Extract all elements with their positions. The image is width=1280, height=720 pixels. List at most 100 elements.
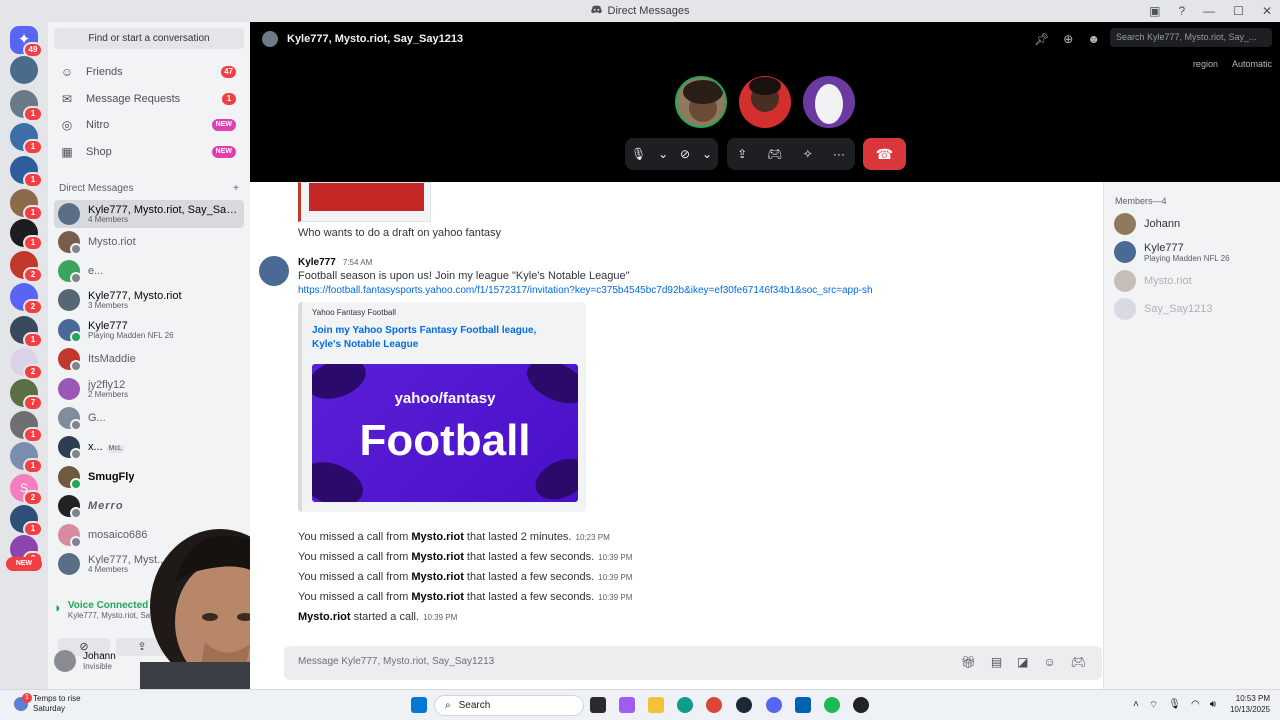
dm-item[interactable]: G... bbox=[54, 404, 244, 432]
file-explorer-icon[interactable] bbox=[648, 697, 664, 713]
participant-avatar[interactable] bbox=[675, 76, 727, 128]
create-dm-button[interactable]: + bbox=[233, 183, 239, 194]
minimize-button[interactable]: — bbox=[1203, 4, 1215, 18]
apps-icon[interactable]: 🎮︎ bbox=[1071, 655, 1086, 669]
discord-icon[interactable] bbox=[766, 697, 782, 713]
start-icon[interactable] bbox=[411, 697, 427, 713]
dm-item[interactable]: Kyle777, Mysto.riot, Say_Say1... 4 Member… bbox=[54, 200, 244, 228]
add-friends-icon[interactable]: ⊕ bbox=[1063, 32, 1073, 46]
chevron-down-icon[interactable]: ⌄ bbox=[702, 147, 712, 161]
avatar bbox=[58, 348, 82, 372]
message-header: Kyle777 7:54 AM bbox=[298, 256, 372, 268]
soundboard-icon[interactable]: ✧ bbox=[803, 147, 813, 161]
home-button[interactable]: ✦ 49 bbox=[10, 26, 43, 58]
screen-share-icon[interactable]: ⇪ bbox=[737, 147, 747, 161]
region-selector[interactable]: region Automatic bbox=[1193, 59, 1272, 69]
message-input[interactable]: Message Kyle777, Mysto.riot, Say_Say1213 bbox=[298, 656, 494, 667]
microphone-icon[interactable]: 🎙︎ bbox=[631, 147, 646, 161]
participant-avatar[interactable] bbox=[739, 76, 791, 128]
server-icon[interactable]: 1 bbox=[10, 316, 43, 348]
steam-icon[interactable] bbox=[736, 697, 752, 713]
message-link[interactable]: https://football.fantasysports.yahoo.com… bbox=[298, 285, 873, 296]
new-servers-pill[interactable]: NEW bbox=[6, 557, 42, 571]
nav-shop[interactable]: ▦ Shop NEW bbox=[54, 140, 244, 164]
member-item[interactable]: Johann bbox=[1114, 213, 1180, 235]
server-icon[interactable]: 1 bbox=[10, 123, 43, 155]
server-icon[interactable]: 2 bbox=[10, 251, 43, 283]
server-icon[interactable]: 7 bbox=[10, 379, 43, 411]
system-message: You missed a call from Mysto.riot that l… bbox=[298, 531, 610, 543]
emoji-icon[interactable]: ☺ bbox=[1044, 655, 1056, 669]
more-icon[interactable]: ··· bbox=[833, 147, 845, 161]
nav-message-requests[interactable]: ✉ Message Requests 1 bbox=[54, 87, 244, 111]
pin-icon[interactable]: 📌︎ bbox=[1034, 32, 1049, 46]
members-icon[interactable]: ☻ bbox=[1087, 32, 1100, 46]
dm-item[interactable]: e... bbox=[54, 257, 244, 285]
spotify-icon[interactable] bbox=[824, 697, 840, 713]
user-panel[interactable]: Johann Invisible bbox=[54, 650, 116, 672]
dm-item[interactable]: Kyle777 Playing Madden NFL 26 bbox=[54, 316, 244, 344]
sticker-icon[interactable]: ◪ bbox=[1017, 655, 1028, 669]
chevron-down-icon[interactable]: ⌄ bbox=[658, 147, 668, 161]
volume-icon[interactable]: 🔊︎ bbox=[1210, 699, 1216, 712]
app-icon[interactable] bbox=[853, 697, 869, 713]
server-icon[interactable]: 1 bbox=[10, 411, 43, 443]
embed-title[interactable]: Join my Yahoo Sports Fantasy Football le… bbox=[312, 324, 567, 352]
dm-item[interactable]: Mysto.riot bbox=[54, 228, 244, 256]
task-view-icon[interactable] bbox=[590, 697, 606, 713]
server-tag: McL bbox=[106, 444, 124, 453]
activities-icon[interactable]: 🎮︎ bbox=[767, 147, 782, 161]
server-icon[interactable]: 1 bbox=[10, 505, 43, 537]
microphone-icon[interactable]: 🎙︎ bbox=[1168, 699, 1181, 712]
server-icon[interactable]: 2 bbox=[10, 283, 43, 315]
maximize-button[interactable]: ☐ bbox=[1233, 4, 1244, 18]
copilot-icon[interactable] bbox=[619, 697, 635, 713]
dm-item[interactable]: ItsMaddie bbox=[54, 345, 244, 373]
edge-icon[interactable] bbox=[677, 697, 693, 713]
server-icon[interactable]: 1 bbox=[10, 189, 43, 221]
dm-item[interactable]: x... McL bbox=[54, 433, 244, 461]
gif-icon[interactable]: ▤ bbox=[991, 655, 1002, 669]
nav-nitro[interactable]: ◎ Nitro NEW bbox=[54, 113, 244, 137]
server-icon[interactable]: 1 bbox=[10, 156, 43, 188]
avatar[interactable] bbox=[259, 256, 289, 286]
activity-controls: ⇪ 🎮︎ ✧ ··· bbox=[727, 138, 855, 170]
link-embed: Yahoo Fantasy Football Join my Yahoo Spo… bbox=[298, 302, 586, 512]
dm-item[interactable]: Merro bbox=[54, 492, 244, 520]
clock[interactable]: 10:53 PM 10/13/2025 bbox=[1230, 694, 1270, 716]
nav-friends[interactable]: ☺ Friends 47 bbox=[54, 60, 244, 84]
embed-image[interactable]: yahoo/fantasy Football bbox=[312, 364, 578, 502]
store-icon[interactable] bbox=[795, 697, 811, 713]
network-icon[interactable]: ⌔ bbox=[1149, 699, 1158, 712]
member-item[interactable]: Say_Say1213 bbox=[1114, 298, 1213, 320]
help-icon[interactable]: ? bbox=[1178, 4, 1185, 18]
server-icon[interactable] bbox=[10, 56, 38, 84]
camera-off-icon[interactable]: ⊘ bbox=[680, 147, 690, 161]
server-icon[interactable]: 2 bbox=[10, 348, 43, 380]
dm-item[interactable]: SmugFly bbox=[54, 463, 244, 491]
avatar bbox=[1114, 270, 1136, 292]
chrome-icon[interactable] bbox=[706, 697, 722, 713]
message-author[interactable]: Kyle777 bbox=[298, 257, 336, 268]
server-icon[interactable]: 1 bbox=[10, 442, 43, 474]
chevron-up-icon[interactable]: ˄ bbox=[1133, 699, 1139, 712]
find-conversation-button[interactable]: Find or start a conversation bbox=[54, 28, 244, 49]
close-button[interactable]: ✕ bbox=[1262, 4, 1272, 18]
dm-item[interactable]: jy2fly12 2 Members bbox=[54, 375, 244, 403]
server-icon[interactable]: 1 bbox=[10, 219, 43, 251]
participant-avatar[interactable] bbox=[803, 76, 855, 128]
server-icon[interactable]: 1 bbox=[10, 90, 43, 122]
message-composer[interactable]: Message Kyle777, Mysto.riot, Say_Say1213… bbox=[284, 646, 1102, 680]
gift-icon[interactable]: 🎁︎ bbox=[961, 655, 976, 669]
dm-item[interactable]: Kyle777, Mysto.riot 3 Members bbox=[54, 286, 244, 314]
server-icon[interactable]: S2 bbox=[10, 474, 43, 506]
member-item[interactable]: Mysto.riot bbox=[1114, 270, 1192, 292]
taskbar-search[interactable]: ⌕ Search bbox=[434, 695, 584, 716]
inbox-icon[interactable]: ▣ bbox=[1149, 4, 1160, 18]
disconnect-button[interactable]: ☎︎ bbox=[863, 138, 906, 170]
username: Johann bbox=[83, 651, 116, 662]
member-item[interactable]: Kyle777 Playing Madden NFL 26 bbox=[1114, 241, 1230, 263]
search-input[interactable]: Search Kyle777, Mysto.riot, Say_... bbox=[1110, 28, 1272, 47]
wifi-icon[interactable]: ◠ bbox=[1191, 699, 1200, 712]
weather-widget[interactable]: 1 Temps to rise Saturday bbox=[14, 693, 81, 714]
